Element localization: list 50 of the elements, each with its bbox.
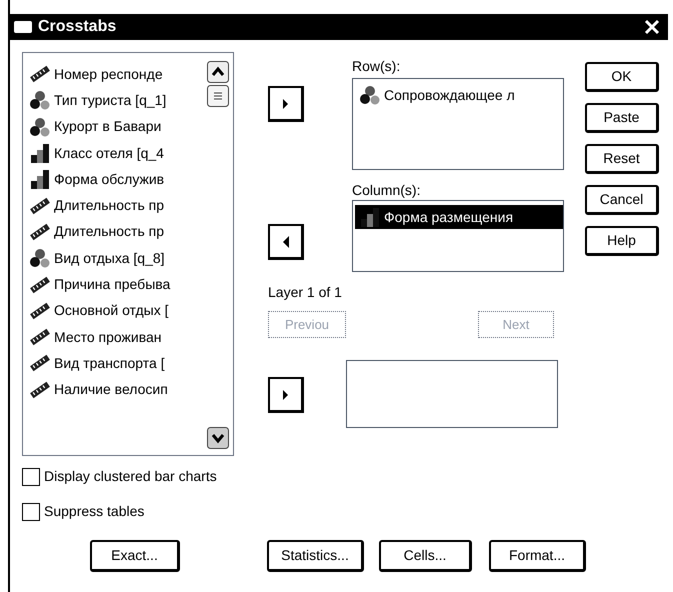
dialog-button[interactable]: Reset [585, 144, 659, 174]
variable-item[interactable]: Длительность пр [23, 218, 203, 246]
row-variable-item[interactable]: Сопровождающее л [355, 83, 563, 107]
variable-item[interactable]: Вид транспорта [ [23, 350, 203, 377]
layer-label: Layer 1 of 1 [268, 283, 342, 302]
column-variable-item[interactable]: Форма размещения [355, 205, 563, 229]
dialog-button[interactable]: OK [585, 62, 659, 92]
scroll-down-icon[interactable] [207, 427, 229, 449]
variable-item[interactable]: Место проживан [23, 324, 203, 350]
dialog-button[interactable]: Format... [489, 540, 586, 572]
dialog-button[interactable]: Paste [585, 103, 659, 133]
variable-item[interactable]: Вид отдыха [q_8] [23, 245, 203, 272]
checkbox-label: Suppress tables [44, 502, 144, 521]
checkbox[interactable] [22, 502, 40, 520]
variable-item[interactable]: Класс отеля [q_4 [23, 140, 203, 166]
move-button[interactable] [268, 86, 304, 122]
window-title: Crosstabs [38, 17, 116, 37]
three-balls-icon [29, 248, 51, 268]
dialog-button[interactable]: Help [585, 226, 659, 256]
right-triangle-icon [280, 388, 290, 402]
three-balls-icon [29, 90, 51, 110]
variable-item[interactable]: Причина пребыва [23, 271, 203, 298]
bar-chart-icon [29, 169, 51, 190]
bar-chart-icon [29, 143, 51, 164]
rows-label: Row(s): [352, 57, 402, 74]
bar-chart-icon [359, 207, 381, 227]
columns-label: Column(s): [352, 181, 422, 198]
scroll-up-icon[interactable] [207, 61, 229, 83]
scroll-thumb-icon[interactable] [207, 85, 229, 107]
dialog-button[interactable]: Statistics... [267, 540, 364, 572]
variable-item[interactable]: Наличие велосип [23, 376, 203, 403]
left-triangle-icon [280, 234, 290, 248]
variable-item[interactable]: Номер респонде [23, 61, 203, 88]
dialog-button[interactable]: Exact... [90, 540, 180, 572]
variable-item[interactable]: Основной отдых [ [23, 298, 203, 324]
dialog-button[interactable]: Cells... [379, 540, 472, 572]
checkbox[interactable] [22, 468, 40, 486]
variable-item[interactable]: Форма обслужив [23, 166, 203, 192]
close-icon [644, 19, 660, 35]
move-button[interactable] [268, 224, 304, 260]
dialog-button[interactable]: Cancel [585, 185, 659, 215]
window-icon [14, 21, 32, 33]
checkbox-label: Display clustered bar charts [44, 467, 217, 486]
right-triangle-icon [280, 96, 290, 110]
variable-item[interactable]: Длительность пр [23, 192, 203, 219]
move-button[interactable] [268, 377, 304, 413]
three-balls-icon [359, 85, 381, 105]
variable-item[interactable]: Тип туриста [q_1] [23, 87, 203, 114]
three-balls-icon [29, 116, 51, 137]
variable-item[interactable]: Курорт в Бавари [23, 114, 203, 140]
